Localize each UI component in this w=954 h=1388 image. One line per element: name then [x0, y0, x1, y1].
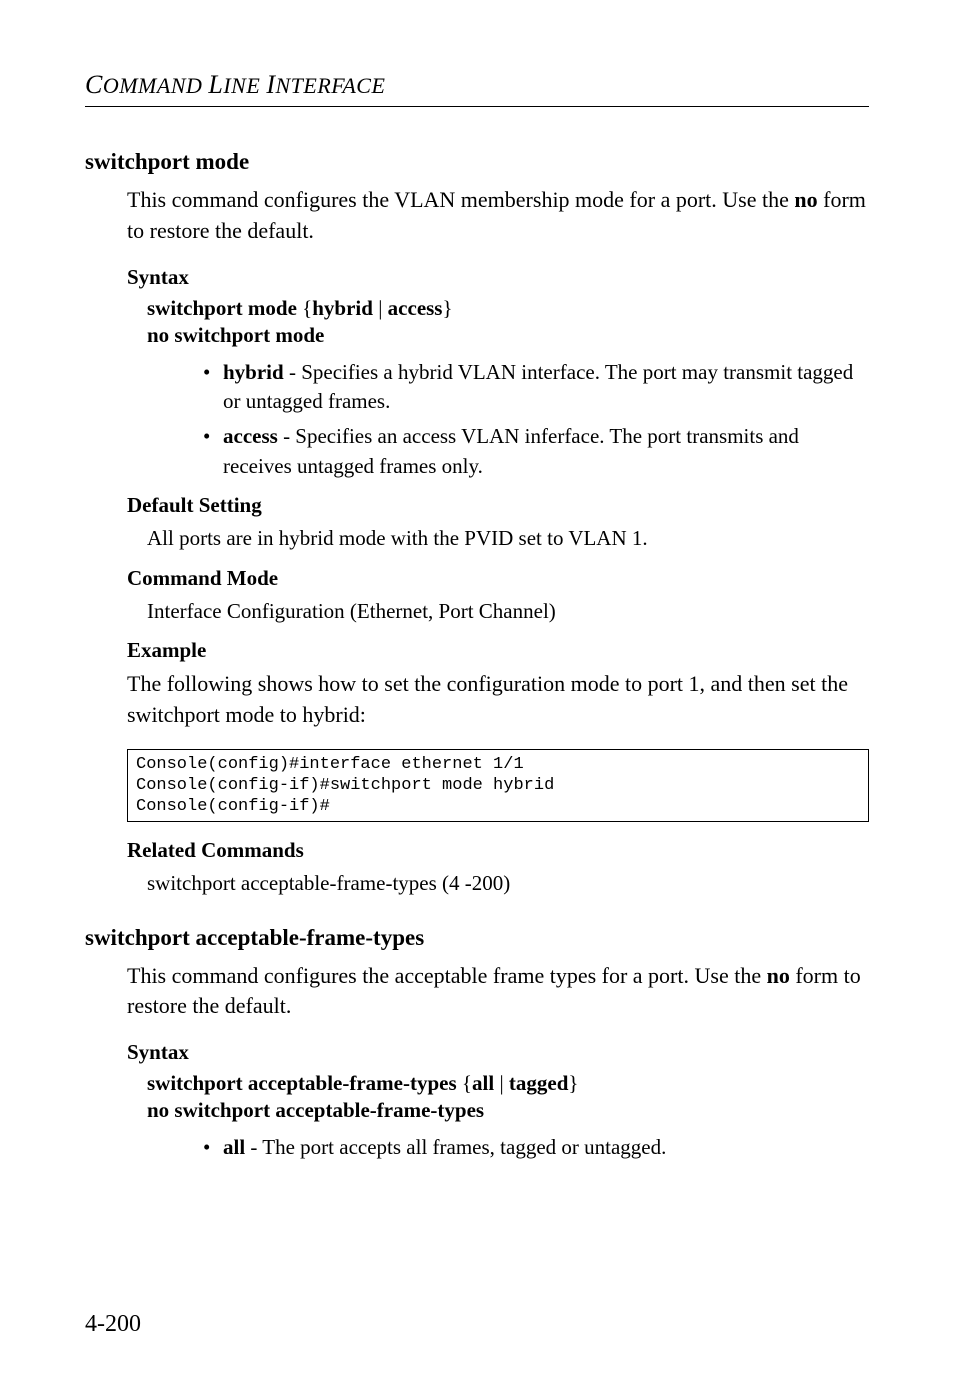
bullet-bold-1-1: access: [223, 424, 278, 448]
command-title-2: switchport acceptable-frame-types: [85, 925, 869, 951]
related-label-1: Related Commands: [127, 838, 869, 863]
bullet-text-1-0: - Specifies a hybrid VLAN interface. The…: [223, 360, 853, 413]
page-number: 4-200: [85, 1311, 141, 1338]
mode-text-1: Interface Configuration (Ethernet, Port …: [147, 597, 869, 626]
bullet-2-0: all - The port accepts all frames, tagge…: [203, 1133, 869, 1162]
bullet-list-1: hybrid - Specifies a hybrid VLAN interfa…: [203, 358, 869, 482]
mode-label-1: Command Mode: [127, 566, 869, 591]
header-text: COMMAND LINE INTERFACE: [85, 73, 385, 98]
header-rule: [85, 106, 869, 107]
syntax-label-1: Syntax: [127, 265, 869, 290]
intro-bold-2: no: [767, 963, 790, 988]
default-label-1: Default Setting: [127, 493, 869, 518]
syntax-line-1-0: switchport mode {hybrid | access}: [147, 296, 869, 321]
bullet-1-1: access - Specifies an access VLAN inferf…: [203, 422, 869, 481]
command-title-1: switchport mode: [85, 149, 869, 175]
example-label-1: Example: [127, 638, 869, 663]
intro-1: This command configures the VLAN members…: [127, 185, 869, 247]
syntax-line-2-0: switchport acceptable-frame-types {all |…: [147, 1071, 869, 1096]
intro-text-1a: This command configures the VLAN members…: [127, 187, 794, 212]
example-intro-1: The following shows how to set the confi…: [127, 669, 869, 731]
page-header: COMMAND LINE INTERFACE: [85, 70, 869, 100]
bullet-bold-1-0: hybrid: [223, 360, 284, 384]
syntax-line-1-1: no switchport mode: [147, 323, 869, 348]
bullet-bold-2-0: all: [223, 1135, 245, 1159]
default-text-1: All ports are in hybrid mode with the PV…: [147, 524, 869, 553]
related-text-1: switchport acceptable-frame-types (4 -20…: [147, 869, 869, 898]
intro-text-2a: This command configures the acceptable f…: [127, 963, 767, 988]
bullet-1-0: hybrid - Specifies a hybrid VLAN interfa…: [203, 358, 869, 417]
intro-bold-1: no: [794, 187, 817, 212]
bullet-list-2: all - The port accepts all frames, tagge…: [203, 1133, 869, 1162]
syntax-label-2: Syntax: [127, 1040, 869, 1065]
bullet-text-2-0: - The port accepts all frames, tagged or…: [245, 1135, 666, 1159]
syntax-line-2-1: no switchport acceptable-frame-types: [147, 1098, 869, 1123]
intro-2: This command configures the acceptable f…: [127, 961, 869, 1023]
code-block-1: Console(config)#interface ethernet 1/1 C…: [127, 749, 869, 823]
bullet-text-1-1: - Specifies an access VLAN inferface. Th…: [223, 424, 799, 477]
